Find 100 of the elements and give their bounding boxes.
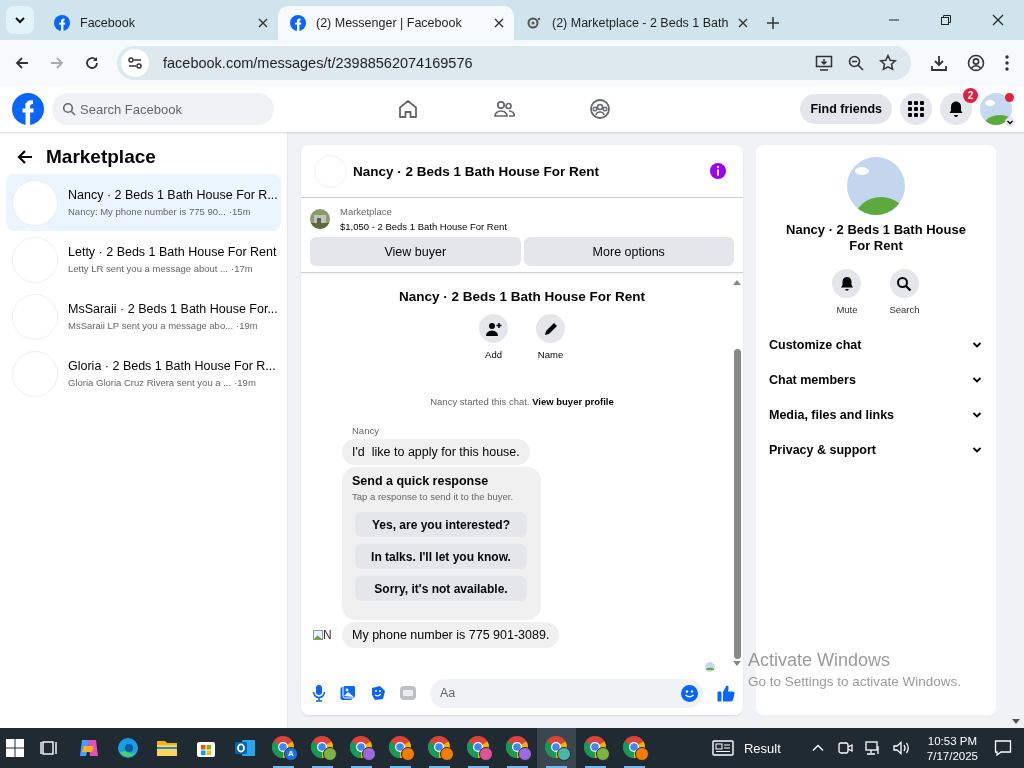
microphone-icon[interactable]	[312, 684, 326, 702]
thumbs-up-icon[interactable]	[717, 684, 735, 702]
back-icon[interactable]	[14, 55, 30, 71]
close-icon[interactable]	[992, 14, 1004, 26]
chat-action-button[interactable]	[479, 314, 508, 343]
clock-date[interactable]: 7/17/2025	[926, 749, 978, 762]
zoom-out-icon[interactable]	[847, 54, 865, 72]
conversation-item[interactable]: MsSaraii · 2 Beds 1 Bath House For... MsSaraii LP sent you a message abo... ·19m	[6, 288, 281, 345]
tab-search-button[interactable]	[6, 6, 34, 34]
edge-icon[interactable]	[115, 736, 140, 760]
taskbar-app[interactable]	[537, 728, 576, 768]
activation-text: Go to Settings to activate Windows.	[748, 674, 962, 689]
listing-button[interactable]: View buyer	[310, 237, 521, 266]
conversation-item[interactable]: Nancy · 2 Beds 1 Bath House For R... Nancy: My phone number is 775 90... ·15m	[6, 174, 281, 231]
scrollbar-thumb[interactable]	[733, 349, 741, 659]
notification-badge: 2	[963, 88, 978, 103]
home-icon[interactable]	[397, 98, 419, 120]
browser-tab[interactable]: (2) Marketplace - 2 Beds 1 Bath	[514, 6, 759, 40]
taskbar-app[interactable]: A	[264, 728, 303, 768]
message-preview: Nancy: My phone number is 775 90...	[68, 206, 226, 217]
details-action-button[interactable]	[832, 269, 862, 298]
back-icon[interactable]	[16, 148, 34, 166]
profile-icon[interactable]	[967, 54, 985, 72]
new-tab-icon[interactable]	[766, 16, 781, 30]
scroll-down-icon[interactable]	[733, 661, 741, 667]
chat-title: Nancy · 2 Beds 1 Bath House For Rent	[353, 163, 600, 179]
listing-title: $1,050 - 2 Beds 1 Bath House For Rent	[340, 221, 507, 232]
pencil-icon	[542, 320, 559, 337]
quick-response-title: Send a quick response	[352, 474, 490, 488]
conversation-item[interactable]: Gloria · 2 Beds 1 Bath House For R... Gloria Gloria Cruz Rivera sent you a ... ·19m	[6, 345, 281, 402]
quick-reply-button[interactable]: Sorry, it's not available.	[355, 576, 527, 601]
photo-icon[interactable]	[340, 685, 356, 701]
quick-reply-button[interactable]: In talks. I'll let you know.	[355, 544, 527, 569]
conversation-item[interactable]: Letty · 2 Beds 1 Bath House For Rent Letty LR sent you a message about ... ·17m	[6, 231, 281, 288]
find-friends-button[interactable]: Find friends	[800, 94, 892, 124]
details-section[interactable]: Chat members	[756, 362, 996, 397]
close-icon[interactable]	[738, 18, 749, 28]
clock-time[interactable]: 10:53 PM	[927, 734, 978, 747]
notifications-button[interactable]	[940, 93, 972, 125]
network-icon[interactable]	[864, 740, 881, 756]
search-icon	[896, 275, 913, 292]
start-icon[interactable]	[6, 739, 24, 757]
action-label: Name	[537, 349, 564, 360]
chat-action-button[interactable]	[536, 314, 565, 343]
profile-badge: A	[284, 747, 298, 761]
sticker-icon[interactable]	[370, 685, 386, 701]
browser-tab[interactable]: (2) Messenger | Facebook	[278, 6, 514, 40]
message-time: ·15m	[228, 206, 251, 217]
address-field[interactable]: facebook.com/messages/t/23988562074169576	[117, 46, 911, 80]
chat-notice: Nancy started this chat. View buyer profile	[430, 396, 614, 407]
search-field[interactable]: Search Facebook	[52, 93, 274, 125]
conversation-title: Nancy · 2 Beds 1 Bath House For R...	[68, 188, 275, 202]
camera-icon[interactable]	[836, 740, 853, 756]
quick-reply-button[interactable]: Yes, are you interested?	[355, 512, 527, 537]
message-time: ·19m	[236, 320, 258, 331]
site-settings-icon[interactable]	[121, 49, 149, 77]
activation-title: Activate Windows	[748, 650, 892, 671]
restore-icon[interactable]	[940, 14, 952, 26]
status-dot	[1005, 93, 1014, 102]
emoji-icon[interactable]	[681, 684, 698, 702]
groups-icon[interactable]	[589, 98, 611, 120]
menu-button[interactable]	[900, 93, 932, 125]
task-view-icon[interactable]	[39, 738, 60, 758]
message-preview: Letty LR sent you a message about ...	[68, 263, 228, 274]
details-section[interactable]: Customize chat	[756, 327, 996, 362]
menu-icon[interactable]	[1004, 54, 1010, 72]
tab-title: (2) Marketplace - 2 Beds 1 Bath	[552, 16, 729, 30]
buyer-profile-link[interactable]: View buyer profile	[532, 396, 614, 407]
sender-name: Nancy	[352, 425, 380, 436]
listing-button[interactable]: More options	[523, 237, 734, 266]
download-icon[interactable]	[930, 54, 948, 72]
friends-icon[interactable]	[493, 98, 515, 120]
message-time: ·17m	[231, 263, 253, 274]
scroll-up-icon[interactable]	[733, 279, 741, 285]
contact-name: Nancy · 2 Beds 1 Bath House For Rent	[785, 222, 967, 254]
message-bubble: My phone number is 775 901-3089.	[342, 622, 560, 648]
widget-button[interactable]: Result	[711, 740, 781, 756]
scroll-down-icon[interactable]	[1012, 719, 1020, 725]
conversation-title: Nancy · 2 Beds 1 Bath House For Rent	[398, 289, 646, 304]
info-icon[interactable]	[709, 162, 727, 180]
message-field[interactable]: Aa	[430, 678, 703, 708]
conversation-title: Letty · 2 Beds 1 Bath House For Rent	[68, 245, 275, 259]
quick-response-hint: Tap a response to send it to the buyer.	[352, 491, 515, 502]
details-section[interactable]: Media, files and links	[756, 397, 996, 432]
close-icon[interactable]	[258, 18, 268, 28]
close-icon[interactable]	[494, 18, 504, 28]
notifications-icon[interactable]	[994, 739, 1012, 757]
details-action-button[interactable]	[890, 269, 919, 298]
caret-icon[interactable]	[1005, 117, 1015, 127]
chevron-down-icon	[14, 14, 26, 26]
bell-icon	[838, 275, 855, 292]
search-icon	[62, 102, 76, 116]
browser-tab[interactable]: Facebook	[42, 6, 278, 40]
details-section[interactable]: Privacy & support	[756, 432, 996, 467]
install-app-icon[interactable]	[815, 54, 833, 72]
reload-icon[interactable]	[84, 55, 100, 71]
facebook-logo-icon[interactable]	[12, 93, 44, 125]
volume-icon[interactable]	[892, 740, 911, 756]
bell-icon	[947, 100, 965, 118]
star-icon[interactable]	[879, 54, 897, 72]
